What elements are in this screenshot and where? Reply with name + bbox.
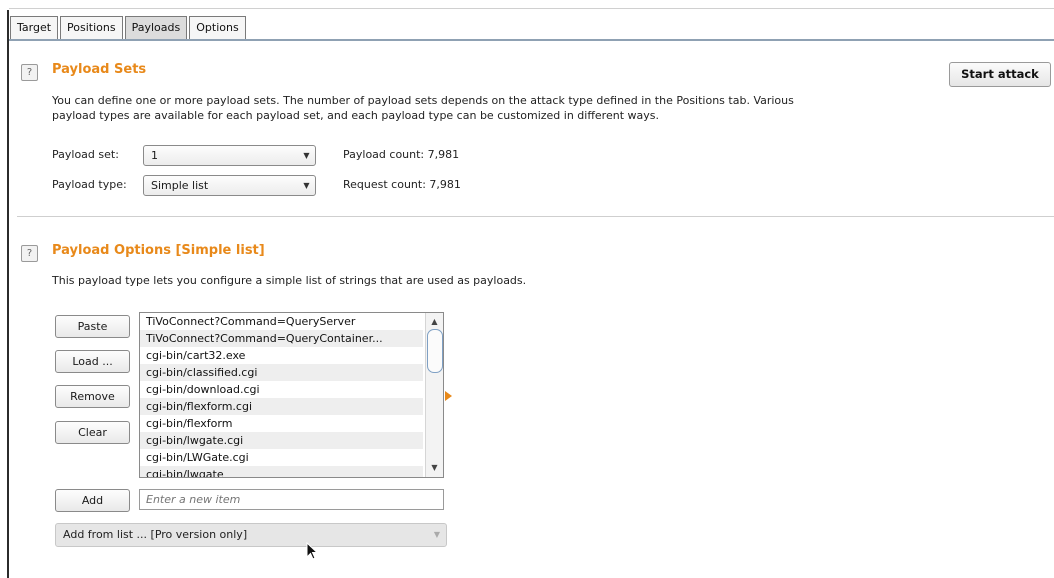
window-edge <box>7 10 9 578</box>
tab-bar: Target Positions Payloads Options <box>10 16 248 40</box>
list-item[interactable]: cgi-bin/classified.cgi <box>140 364 423 381</box>
clear-button[interactable]: Clear <box>55 421 130 444</box>
payload-set-value: 1 <box>151 149 158 162</box>
list-item[interactable]: cgi-bin/download.cgi <box>140 381 423 398</box>
payload-set-select[interactable]: 1 ▼ <box>143 145 316 166</box>
list-scrollbar[interactable]: ▲ ▼ <box>425 313 443 477</box>
scroll-down-icon[interactable]: ▼ <box>426 461 443 475</box>
payload-list-items: TiVoConnect?Command=QueryServer TiVoConn… <box>140 313 423 477</box>
payload-options-description: This payload type lets you configure a s… <box>52 274 527 287</box>
load-button[interactable]: Load ... <box>55 350 130 373</box>
scroll-thumb[interactable] <box>427 329 443 373</box>
chevron-down-icon: ▼ <box>303 181 310 190</box>
chevron-down-icon: ▼ <box>433 530 440 539</box>
remove-button[interactable]: Remove <box>55 385 130 408</box>
list-item[interactable]: cgi-bin/lwgate.cgi <box>140 432 423 449</box>
payload-type-value: Simple list <box>151 179 209 192</box>
new-item-input[interactable] <box>139 489 444 510</box>
tab-target[interactable]: Target <box>10 16 59 39</box>
tab-payloads[interactable]: Payloads <box>124 16 188 40</box>
section-divider <box>17 216 1054 217</box>
payload-options-title: Payload Options [Simple list] <box>52 243 265 258</box>
payload-type-select[interactable]: Simple list ▼ <box>143 175 316 196</box>
tab-underline <box>9 39 1054 41</box>
help-icon[interactable]: ? <box>21 64 38 81</box>
payload-set-label: Payload set: <box>52 148 119 161</box>
mouse-cursor-icon <box>306 542 319 560</box>
add-from-list-value: Add from list ... [Pro version only] <box>63 528 248 541</box>
help-icon[interactable]: ? <box>21 245 38 262</box>
payload-list[interactable]: TiVoConnect?Command=QueryServer TiVoConn… <box>139 312 444 478</box>
paste-button[interactable]: Paste <box>55 315 130 338</box>
list-item[interactable]: cgi-bin/lwgate <box>140 466 423 477</box>
add-from-list-select[interactable]: Add from list ... [Pro version only] ▼ <box>55 523 447 547</box>
payloads-panel: Target Positions Payloads Options ? Payl… <box>0 0 1054 578</box>
list-item[interactable]: cgi-bin/LWGate.cgi <box>140 449 423 466</box>
list-item[interactable]: cgi-bin/flexform.cgi <box>140 398 423 415</box>
start-attack-button[interactable]: Start attack <box>949 62 1051 87</box>
payload-sets-description-2: payload types are available for each pay… <box>52 109 659 122</box>
tab-positions[interactable]: Positions <box>60 16 123 39</box>
list-item[interactable]: cgi-bin/flexform <box>140 415 423 432</box>
list-item[interactable]: cgi-bin/cart32.exe <box>140 347 423 364</box>
scroll-up-icon[interactable]: ▲ <box>426 315 443 329</box>
add-button[interactable]: Add <box>55 489 130 512</box>
payload-type-label: Payload type: <box>52 178 127 191</box>
chevron-down-icon: ▼ <box>303 151 310 160</box>
request-count: Request count: 7,981 <box>343 178 461 191</box>
payload-count: Payload count: 7,981 <box>343 148 460 161</box>
list-item[interactable]: TiVoConnect?Command=QueryServer <box>140 313 423 330</box>
top-divider <box>9 8 1054 9</box>
expand-arrow-icon[interactable] <box>445 391 452 401</box>
payload-sets-description-1: You can define one or more payload sets.… <box>52 94 794 107</box>
list-item[interactable]: TiVoConnect?Command=QueryContainer... <box>140 330 423 347</box>
payload-sets-title: Payload Sets <box>52 62 147 77</box>
tab-options[interactable]: Options <box>189 16 246 39</box>
